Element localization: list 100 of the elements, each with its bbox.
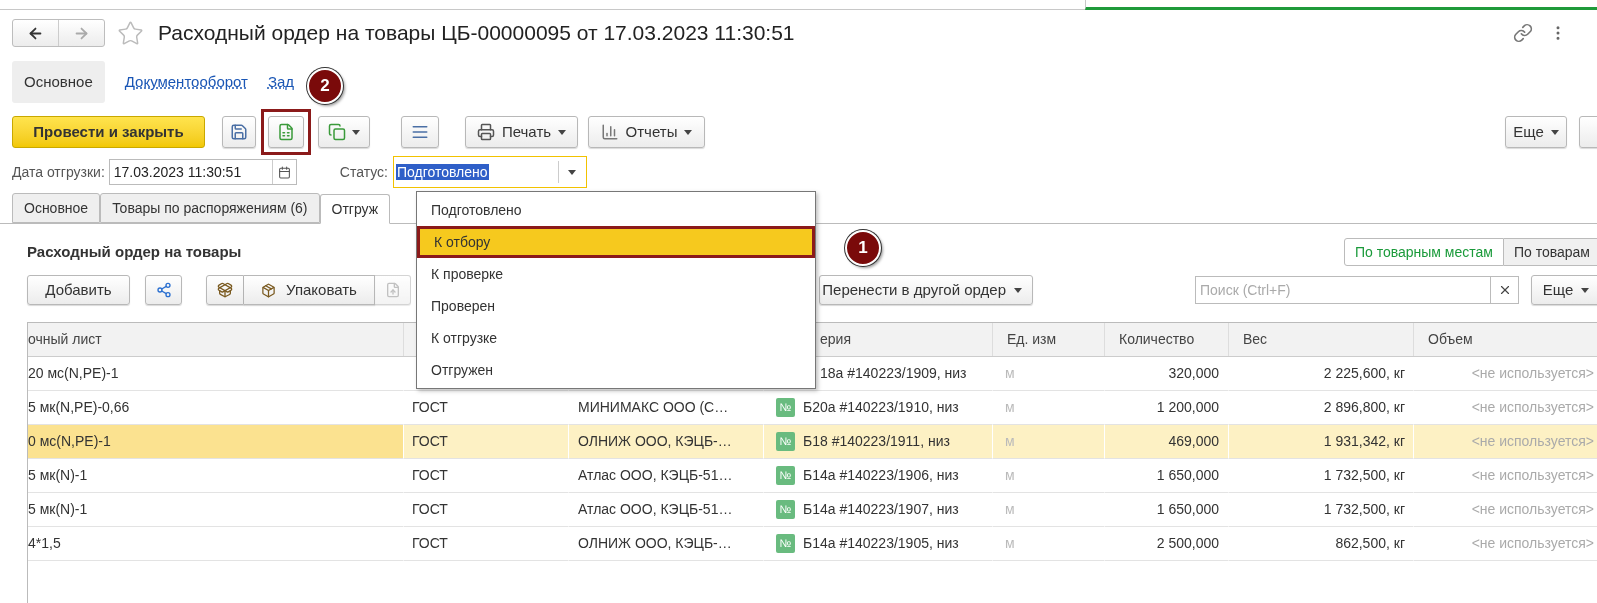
column-header[interactable]: Объем bbox=[1414, 329, 1473, 350]
dropdown-option[interactable]: Проверен bbox=[417, 290, 815, 322]
view-toggle[interactable]: По товарным местам bbox=[1343, 238, 1504, 266]
date-label: Дата отгрузки: bbox=[12, 162, 105, 182]
reports-button[interactable]: Отчеты bbox=[588, 116, 705, 148]
form-tab[interactable]: Отгруж bbox=[319, 194, 391, 224]
table-cell-text: 862,500, кг bbox=[1335, 534, 1405, 553]
table-cell-text: <не используется> bbox=[1471, 398, 1594, 417]
caret-icon bbox=[352, 129, 360, 135]
table-cell-text: 1 732,500, кг bbox=[1323, 500, 1405, 519]
unpack-button[interactable] bbox=[206, 275, 244, 305]
table-row[interactable]: 5 мк(N)-1 ГОСТ Атлас ООО, КЭЦБ-51… № Б14а #140223/1907, низ м 1 650,000 1 732,500, кг <не используется> bbox=[28, 493, 1597, 527]
column-header[interactable]: Вес bbox=[1229, 329, 1268, 350]
table-cell-text: 5 мк(N,PE)-0,66 bbox=[28, 398, 130, 417]
table-cell-text: м bbox=[1005, 534, 1015, 553]
save-icon bbox=[230, 123, 248, 141]
document-icon bbox=[277, 123, 295, 141]
table-cell-text: <не используется> bbox=[1471, 466, 1594, 485]
add-button[interactable]: Добавить bbox=[27, 275, 130, 305]
table-cell-text: ГОСТ bbox=[412, 500, 448, 519]
table-cell-text: 20 мс(N,PE)-1 bbox=[28, 364, 119, 383]
toolbar-icon-button[interactable] bbox=[222, 116, 256, 148]
table-row[interactable]: 0 мс(N,PE)-1 ГОСТ ОЛНИЖ ООО, КЭЦБ-… № Б18 #140223/1911, низ м 469,000 1 931,342, кг <не используется> bbox=[28, 425, 1597, 459]
view-toggle[interactable]: По товарам bbox=[1503, 238, 1597, 266]
panel-title: Расходный ордер на товары bbox=[27, 241, 242, 262]
caret-icon bbox=[568, 169, 577, 175]
caret-icon bbox=[1581, 287, 1590, 293]
table-cell-text: 1 650,000 bbox=[1156, 500, 1219, 519]
table-cell-text: 4*1,5 bbox=[28, 534, 61, 553]
more-button[interactable]: Еще bbox=[1531, 275, 1597, 305]
star-icon[interactable] bbox=[117, 19, 144, 47]
table-cell-text: 320,000 bbox=[1168, 364, 1219, 383]
caret-icon bbox=[558, 129, 567, 135]
caret-icon bbox=[1550, 129, 1559, 135]
status-label: Статус: bbox=[339, 162, 388, 182]
table-cell-text: 5 мк(N)-1 bbox=[28, 500, 88, 519]
chart-icon bbox=[600, 123, 619, 141]
table-cell-text: м bbox=[1005, 466, 1015, 485]
column-header[interactable]: Количество bbox=[1105, 329, 1195, 350]
number-badge: № bbox=[776, 466, 795, 485]
table-cell-text: 2 500,000 bbox=[1156, 534, 1219, 553]
table-cell-text: Б18 #140223/1911, низ bbox=[803, 432, 950, 451]
post-and-close-button[interactable]: Провести и закрыть bbox=[12, 116, 205, 148]
table-cell-text: 1 200,000 bbox=[1156, 398, 1219, 417]
form-tab[interactable]: Основное bbox=[12, 193, 101, 223]
toolbar-icon-button[interactable] bbox=[268, 116, 304, 148]
callout-badge: 2 bbox=[307, 68, 343, 104]
table-cell-text: 1 732,500, кг bbox=[1323, 466, 1405, 485]
table-cell-text: МИНИМАКС ООО (С… bbox=[578, 398, 729, 417]
box-icon bbox=[217, 282, 233, 298]
date-field[interactable]: 17.03.2023 11:30:51 bbox=[108, 159, 297, 185]
table-cell-text: м bbox=[1005, 432, 1015, 451]
nav-tab[interactable]: Зад bbox=[267, 61, 295, 103]
table-row[interactable]: 5 мк(N)-1 ГОСТ Атлас ООО, КЭЦБ-51… № Б14а #140223/1906, низ м 1 650,000 1 732,500, кг <не используется> bbox=[28, 459, 1597, 493]
callout-badge: 1 bbox=[845, 230, 881, 266]
document-icon bbox=[384, 282, 401, 298]
form-tab[interactable]: Товары по распоряжениям (6) bbox=[100, 193, 320, 223]
more-button[interactable]: Еще bbox=[1505, 116, 1567, 148]
column-header[interactable]: очный лист bbox=[28, 329, 102, 350]
caret-icon bbox=[684, 129, 693, 135]
toolbar-icon-button[interactable] bbox=[401, 116, 439, 148]
table-cell-text: 0 мс(N,PE)-1 bbox=[28, 432, 111, 451]
nav-tab[interactable]: Документооборот bbox=[124, 61, 248, 103]
dropdown-option[interactable]: Отгружен bbox=[417, 354, 815, 386]
table-cell-text: <не используется> bbox=[1471, 500, 1594, 519]
pack-button[interactable]: Упаковать bbox=[244, 275, 375, 305]
printer-icon bbox=[476, 123, 495, 141]
link-icon[interactable] bbox=[1513, 23, 1533, 43]
status-field[interactable]: Подготовлено bbox=[392, 156, 587, 188]
tree-button[interactable] bbox=[145, 275, 182, 305]
table-cell-text: Б14а #140223/1905, низ bbox=[803, 534, 959, 553]
column-header[interactable]: Ед. изм bbox=[993, 329, 1057, 350]
table-cell-text: 5 мк(N)-1 bbox=[28, 466, 88, 485]
dropdown-option[interactable]: К отбору bbox=[417, 226, 815, 258]
box-icon bbox=[261, 282, 277, 298]
table-row[interactable]: 5 мк(N,PE)-0,66 ГОСТ МИНИМАКС ООО (С… № Б20а #140223/1910, низ м 1 200,000 2 896,800, кг <не используется> bbox=[28, 391, 1597, 425]
table-cell-text: м bbox=[1005, 398, 1015, 417]
table-row[interactable]: 4*1,5 ГОСТ ОЛНИЖ ООО, КЭЦБ-… № Б14а #140223/1905, низ м 2 500,000 862,500, кг <не используется> bbox=[28, 527, 1597, 561]
move-button[interactable]: Перенести в другой ордер bbox=[819, 275, 1033, 305]
table-cell-text: 469,000 bbox=[1168, 432, 1219, 451]
calendar-icon[interactable] bbox=[277, 165, 291, 179]
table-cell-text: Б14а #140223/1907, низ bbox=[803, 500, 959, 519]
number-badge: № bbox=[776, 534, 795, 553]
toolbar-icon-button[interactable] bbox=[318, 116, 370, 148]
print-button[interactable]: Печать bbox=[465, 116, 578, 148]
number-badge: № bbox=[776, 432, 795, 451]
number-badge: № bbox=[776, 398, 795, 417]
table-cell-text: 1 650,000 bbox=[1156, 466, 1219, 485]
search-field[interactable]: Поиск (Ctrl+F) bbox=[1195, 276, 1491, 304]
table-cell-text: м bbox=[1005, 500, 1015, 519]
nav-tab[interactable]: Основное bbox=[12, 61, 105, 103]
number-badge: № bbox=[776, 500, 795, 519]
dropdown-option[interactable]: Подготовлено bbox=[417, 194, 815, 226]
dropdown-option[interactable]: К отгрузке bbox=[417, 322, 815, 354]
list-icon bbox=[411, 123, 429, 141]
table-cell-text: ОЛНИЖ ООО, КЭЦБ-… bbox=[578, 432, 732, 451]
table-cell-text: Атлас ООО, КЭЦБ-51… bbox=[578, 466, 733, 485]
dropdown-option[interactable]: К проверке bbox=[417, 258, 815, 290]
table-cell-text: 2 896,800, кг bbox=[1323, 398, 1405, 417]
table-cell-text: <не используется> bbox=[1471, 432, 1594, 451]
